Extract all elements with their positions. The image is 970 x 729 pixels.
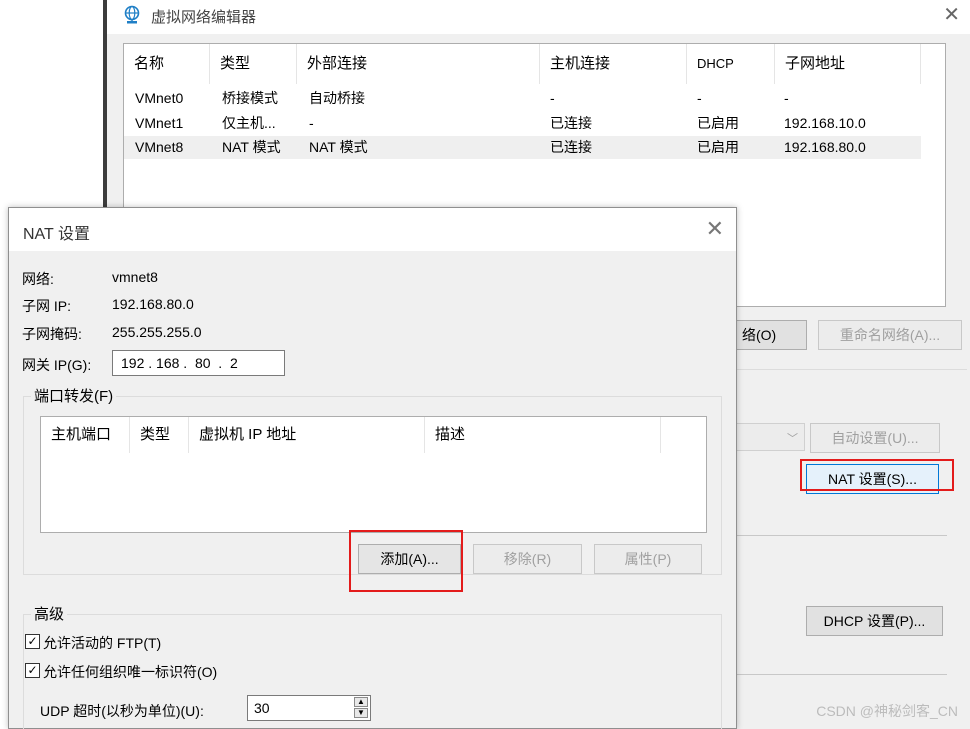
cell-host: - [550,90,555,106]
allow-uuid-checkbox[interactable]: ✓ [25,663,40,678]
properties-button[interactable]: 属性(P) [594,544,702,574]
watermark: CSDN @神秘剑客_CN [816,703,958,719]
allow-ftp-label[interactable]: 允许活动的 FTP(T) [43,633,161,653]
column-header-name[interactable]: 名称 [124,44,210,84]
subnet-ip-label: 子网 IP: [22,298,72,314]
cell-subnet: - [784,90,789,106]
column-header-host[interactable]: 主机连接 [540,44,687,84]
allow-uuid-label[interactable]: 允许任何组织唯一标识符(O) [43,662,217,682]
cell-dhcp: 已启用 [697,139,739,155]
column-header-subnet[interactable]: 子网地址 [775,44,921,84]
cell-external: - [309,115,314,131]
cell-subnet: 192.168.80.0 [784,139,866,155]
nat-settings-dialog: NAT 设置 ✕ 网络: vmnet8 子网 IP: 192.168.80.0 … [8,207,737,729]
editor-close-icon[interactable]: ✕ [943,2,960,27]
column-header-host-port[interactable]: 主机端口 [41,417,130,453]
cell-type: 仅主机... [222,115,276,131]
cell-host: 已连接 [550,139,592,155]
column-header-description[interactable]: 描述 [425,417,661,453]
editor-title: 虚拟网络编辑器 [151,9,257,26]
nat-dialog-title: NAT 设置 [23,226,90,243]
table-row-selected[interactable]: VMnet8 NAT 模式 NAT 模式 已连接 已启用 192.168.80.… [124,136,921,159]
cell-external: 自动桥接 [309,90,365,106]
subnet-mask-label: 子网掩码: [22,326,82,342]
cell-dhcp: 已启用 [697,115,739,131]
column-header-dhcp[interactable]: DHCP [687,44,775,84]
column-header-type[interactable]: 类型 [210,44,297,84]
udp-timeout-label: UDP 超时(以秒为单位)(U): [40,703,204,719]
udp-timeout-stepper[interactable]: 30 ▲ ▼ [247,695,371,721]
cell-name: VMnet0 [135,90,184,106]
divider [737,535,947,536]
gateway-ip-label: 网关 IP(G): [22,357,92,373]
nat-titlebar: NAT 设置 ✕ [9,208,736,251]
divider [737,674,947,675]
editor-titlebar: 虚拟网络编辑器 ✕ [107,0,970,34]
column-header-type[interactable]: 类型 [130,417,189,453]
spin-up-icon[interactable]: ▲ [354,697,368,707]
network-value: vmnet8 [112,269,158,285]
subnet-mask-value: 255.255.255.0 [112,324,202,340]
spin-down-icon[interactable]: ▼ [354,708,368,718]
highlight-box [349,530,463,592]
cell-host: 已连接 [550,115,592,131]
globe-network-icon [124,5,140,24]
remove-button[interactable]: 移除(R) [473,544,582,574]
highlight-box [800,459,954,491]
auto-settings-button[interactable]: 自动设置(U)... [810,423,940,453]
cell-dhcp: - [697,90,702,106]
nat-close-icon[interactable]: ✕ [706,216,724,242]
table-row[interactable]: VMnet1 仅主机... - 已连接 已启用 192.168.10.0 [124,112,921,135]
table-row[interactable]: VMnet0 桥接模式 自动桥接 - - - [124,87,921,110]
column-header-external[interactable]: 外部连接 [297,44,540,84]
column-header-vm-ip[interactable]: 虚拟机 IP 地址 [189,417,425,453]
gateway-ip-field[interactable]: 192 . 168 . 80 . 2 [112,350,285,376]
rename-network-button[interactable]: 重命名网络(A)... [818,320,962,350]
cell-name: VMnet8 [135,139,184,155]
cell-subnet: 192.168.10.0 [784,115,866,131]
subnet-ip-value: 192.168.80.0 [112,296,194,312]
port-forwarding-title: 端口转发(F) [31,385,117,406]
advanced-title: 高级 [31,603,68,624]
cell-name: VMnet1 [135,115,184,131]
dhcp-settings-button[interactable]: DHCP 设置(P)... [806,606,943,636]
network-label: 网络: [22,271,54,287]
chevron-down-icon: ﹀ [787,433,798,445]
udp-timeout-value: 30 [254,700,270,716]
cell-type: NAT 模式 [222,139,281,155]
allow-ftp-checkbox[interactable]: ✓ [25,634,40,649]
cell-external: NAT 模式 [309,139,368,155]
port-forwarding-list[interactable]: 主机端口 类型 虚拟机 IP 地址 描述 [40,416,707,533]
cell-type: 桥接模式 [222,90,278,106]
